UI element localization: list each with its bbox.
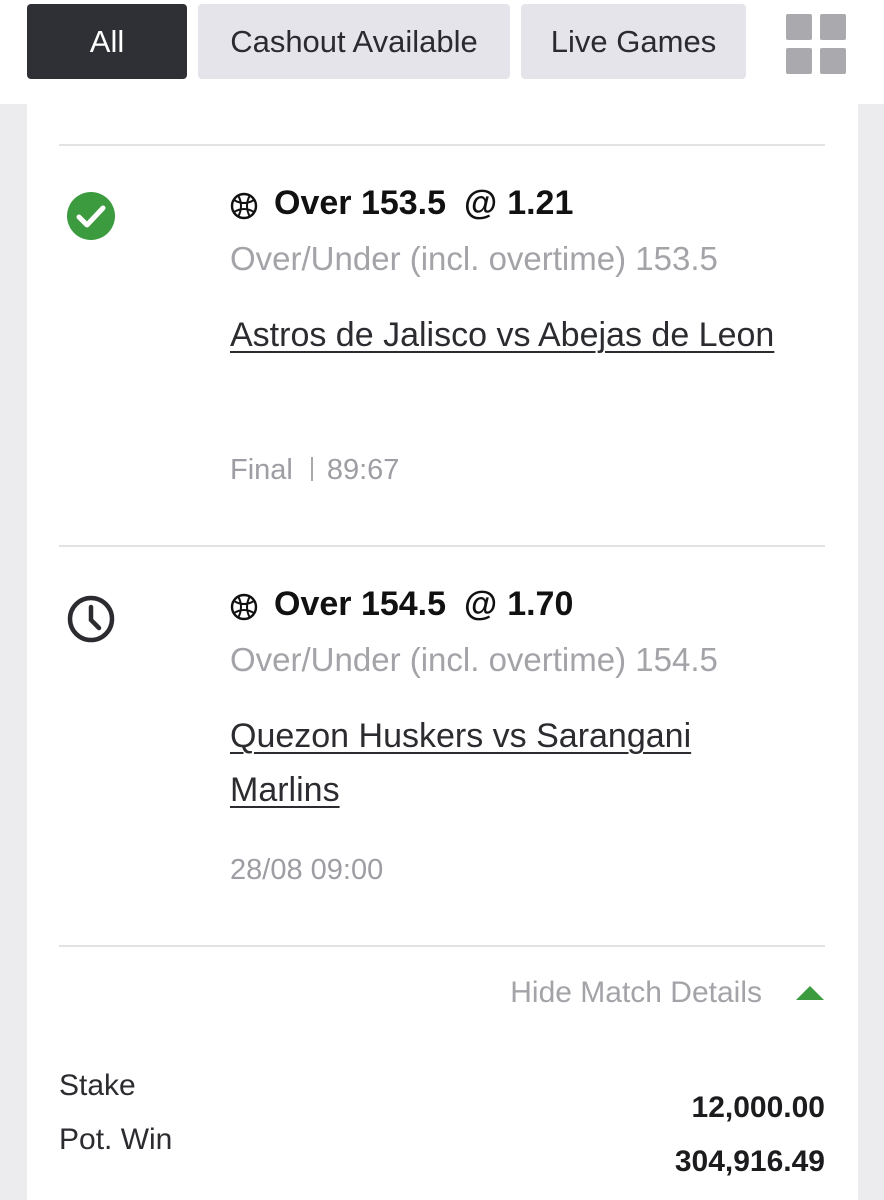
tab-cashout-available[interactable]: Cashout Available [198, 4, 510, 79]
triangle-up-icon [796, 986, 824, 1000]
grid-view-icon[interactable] [786, 14, 846, 74]
tab-live-games[interactable]: Live Games [521, 4, 746, 79]
check-circle-icon [65, 190, 117, 242]
selection-pick: Over 153.5 [274, 184, 447, 222]
selection-odds: 1.70 [507, 585, 574, 623]
hide-match-details-label: Hide Match Details [510, 976, 762, 1009]
stake-label: Stake [59, 1069, 136, 1102]
match-link[interactable]: Quezon Huskers vs Sarangani Marlins [230, 709, 790, 817]
divider [59, 545, 825, 547]
divider [59, 144, 825, 146]
pot-win-value: 304,916.49 [674, 1145, 825, 1178]
hide-match-details-toggle[interactable]: Hide Match Details [510, 976, 824, 1010]
selection-pick: Over 154.5 [274, 585, 447, 623]
match-status: Final [230, 454, 293, 486]
match-link[interactable]: Astros de Jalisco vs Abejas de Leon [230, 308, 790, 362]
at-symbol: @ [464, 585, 498, 623]
stake-value: 12,000.00 [691, 1091, 825, 1124]
match-datetime: 28/08 09:00 [230, 854, 384, 886]
selection-title: Over 153.5 @ 1.21 [230, 184, 573, 223]
filter-tab-bar: All Cashout Available Live Games [0, 0, 884, 104]
market-name: Over/Under (incl. overtime) 154.5 [230, 641, 718, 678]
tab-all[interactable]: All [27, 4, 187, 79]
clock-icon [65, 593, 117, 645]
match-result: Final 89:67 [230, 454, 399, 487]
selection-odds: 1.21 [507, 184, 574, 222]
at-symbol: @ [464, 184, 498, 222]
basketball-icon [230, 190, 258, 219]
bet-details-card: Over 153.5 @ 1.21 Over/Under (incl. over… [27, 104, 858, 1200]
selection-title: Over 154.5 @ 1.70 [230, 585, 573, 624]
separator [310, 457, 313, 481]
pot-win-label: Pot. Win [59, 1123, 173, 1156]
market-name: Over/Under (incl. overtime) 153.5 [230, 240, 718, 277]
divider [59, 945, 825, 947]
match-score: 89:67 [326, 454, 400, 486]
basketball-icon [230, 591, 258, 620]
